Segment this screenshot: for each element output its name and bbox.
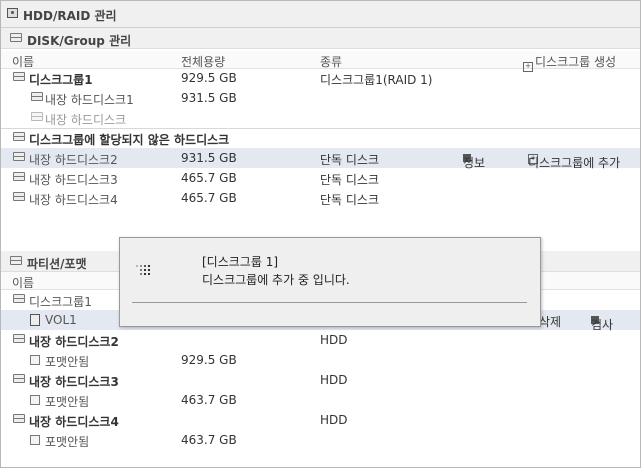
progress-dialog: [디스크그룹 1] 디스크그룹에 추가 중 입니다. bbox=[119, 237, 541, 327]
window-titlebar: HDD/RAID 관리 bbox=[1, 1, 640, 28]
delete-button[interactable]: 삭제 bbox=[539, 313, 561, 330]
disk-group-row[interactable]: 디스크그룹1 929.5 GB 디스크그룹1(RAID 1) bbox=[1, 68, 640, 88]
disk-name: 내장 하드디스크2 bbox=[29, 153, 118, 167]
hdd-icon bbox=[7, 8, 18, 18]
group-member-row[interactable]: 내장 하드디스크 bbox=[1, 108, 640, 128]
partition-status: 포맷안됨 bbox=[45, 435, 90, 449]
unassigned-disk-row[interactable]: 내장 하드디스크2 931.5 GB 단독 디스크 정보 + 디스크그룹에 추가 bbox=[1, 148, 640, 170]
partition-status: 포맷안됨 bbox=[45, 395, 90, 409]
disk-group-column-header: 이름 전체용량 종류 + 디스크그룹 생성 bbox=[1, 51, 640, 72]
disk-name: 내장 하드디스크3 bbox=[29, 173, 118, 187]
loading-spinner-icon bbox=[136, 261, 156, 277]
partition-section-title: 파티션/포맷 bbox=[27, 257, 87, 271]
partition-status: 포맷안됨 bbox=[45, 355, 90, 369]
partition-icon bbox=[10, 256, 22, 268]
disk-group-icon bbox=[13, 294, 25, 306]
disk-icon bbox=[31, 92, 43, 104]
group-type: 디스크그룹1(RAID 1) bbox=[320, 73, 433, 87]
disk-size: 931.5 GB bbox=[181, 151, 237, 165]
window-title: HDD/RAID 관리 bbox=[23, 9, 117, 23]
disk-type: 단독 디스크 bbox=[320, 153, 380, 167]
group-size: 929.5 GB bbox=[181, 71, 237, 85]
unformatted-icon bbox=[30, 355, 40, 365]
disk-icon bbox=[13, 152, 25, 164]
disk-icon bbox=[13, 334, 25, 346]
partition-size: 929.5 GB bbox=[181, 353, 237, 367]
unassigned-header: 디스크그룹에 할당되지 않은 하드디스크 bbox=[1, 128, 640, 148]
group-name: 디스크그룹1 bbox=[29, 73, 93, 87]
column-name: 이름 bbox=[12, 276, 35, 290]
partition-child-row[interactable]: 포맷안됨 463.7 GB bbox=[1, 390, 640, 410]
dialog-title: [디스크그룹 1] bbox=[202, 255, 279, 269]
disk-group-section-title: DISK/Group 관리 bbox=[27, 34, 132, 48]
unformatted-icon bbox=[30, 435, 40, 445]
disk-icon bbox=[13, 172, 25, 184]
disk-group-icon bbox=[10, 33, 22, 45]
partition-disk-row[interactable]: 내장 하드디스크4 HDD bbox=[1, 410, 640, 430]
dialog-divider bbox=[132, 302, 527, 303]
member-size: 931.5 GB bbox=[181, 91, 237, 105]
disk-size: 465.7 GB bbox=[181, 171, 237, 185]
disk-name: 내장 하드디스크2 bbox=[29, 335, 119, 349]
member-name: 내장 하드디스크1 bbox=[45, 93, 134, 107]
disk-type: 단독 디스크 bbox=[320, 173, 380, 187]
partition-disk-row[interactable]: 내장 하드디스크2 HDD bbox=[1, 330, 640, 350]
disk-icon bbox=[13, 192, 25, 204]
disk-group-icon bbox=[13, 72, 25, 84]
disk-icon bbox=[13, 374, 25, 386]
disk-type: HDD bbox=[320, 333, 348, 347]
unformatted-icon bbox=[30, 395, 40, 405]
volume-name: VOL1 bbox=[45, 313, 77, 327]
unassigned-disk-row[interactable]: 내장 하드디스크3 465.7 GB 단독 디스크 bbox=[1, 168, 640, 188]
disk-type: HDD bbox=[320, 413, 348, 427]
disk-name: 내장 하드디스크4 bbox=[29, 193, 118, 207]
disk-icon bbox=[13, 414, 25, 426]
dialog-message: 디스크그룹에 추가 중 입니다. bbox=[202, 273, 350, 287]
partition-size: 463.7 GB bbox=[181, 433, 237, 447]
hdd-raid-window: HDD/RAID 관리 DISK/Group 관리 이름 전체용량 종류 + 디스… bbox=[0, 0, 641, 468]
member-name: 내장 하드디스크 bbox=[45, 113, 127, 127]
volume-icon bbox=[30, 314, 40, 326]
disk-size: 465.7 GB bbox=[181, 191, 237, 205]
disk-type: 단독 디스크 bbox=[320, 193, 380, 207]
group-member-row[interactable]: 내장 하드디스크1 931.5 GB bbox=[1, 88, 640, 108]
partition-size: 463.7 GB bbox=[181, 393, 237, 407]
disk-icon bbox=[31, 112, 43, 124]
disk-type: HDD bbox=[320, 373, 348, 387]
partition-child-row[interactable]: 포맷안됨 463.7 GB bbox=[1, 430, 640, 450]
disk-icon bbox=[13, 132, 25, 144]
unassigned-title: 디스크그룹에 할당되지 않은 하드디스크 bbox=[29, 133, 230, 147]
group-name: 디스크그룹1 bbox=[29, 295, 92, 309]
disk-name: 내장 하드디스크3 bbox=[29, 375, 119, 389]
disk-name: 내장 하드디스크4 bbox=[29, 415, 119, 429]
disk-group-section-header: DISK/Group 관리 bbox=[1, 28, 640, 49]
partition-disk-row[interactable]: 내장 하드디스크3 HDD bbox=[1, 370, 640, 390]
partition-child-row[interactable]: 포맷안됨 929.5 GB bbox=[1, 350, 640, 370]
unassigned-disk-row[interactable]: 내장 하드디스크4 465.7 GB 단독 디스크 bbox=[1, 188, 640, 208]
